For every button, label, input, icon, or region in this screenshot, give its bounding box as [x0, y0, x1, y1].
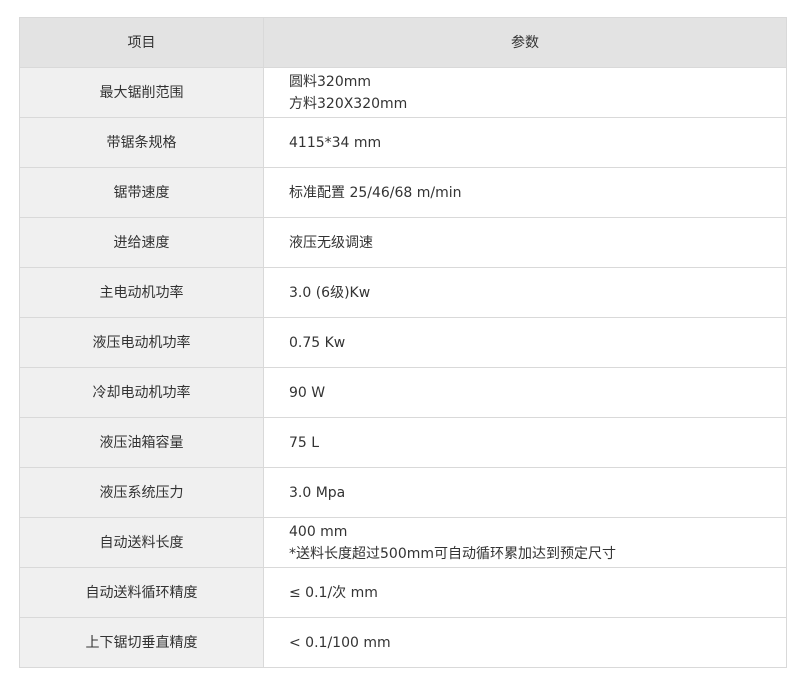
param-cell: 0.75 Kw [263, 317, 787, 368]
param-cell: 4115*34 mm [263, 117, 787, 168]
param-line: 标准配置 25/46/68 m/min [289, 184, 462, 201]
table-row: 液压油箱容量 75 L [19, 417, 787, 468]
item-cell: 上下锯切垂直精度 [19, 617, 264, 668]
item-cell: 进给速度 [19, 217, 264, 268]
param-line: 圆料320mm [289, 73, 371, 90]
param-line: ≤ 0.1/次 mm [289, 584, 378, 601]
param-line: 90 W [289, 384, 326, 401]
item-cell: 主电动机功率 [19, 267, 264, 318]
table-row: 最大锯削范围 圆料320mm 方料320X320mm [19, 67, 787, 118]
param-line: 3.0 (6级)Kw [289, 284, 371, 301]
table-row: 上下锯切垂直精度 < 0.1/100 mm [19, 617, 787, 668]
table-row: 液压系统压力 3.0 Mpa [19, 467, 787, 518]
table-row: 自动送料长度 400 mm *送料长度超过500mm可自动循环累加达到预定尺寸 [19, 517, 787, 568]
item-cell: 自动送料循环精度 [19, 567, 264, 618]
param-cell: 3.0 (6级)Kw [263, 267, 787, 318]
param-line: 400 mm [289, 523, 348, 540]
table-row: 锯带速度 标准配置 25/46/68 m/min [19, 167, 787, 218]
param-cell: 90 W [263, 367, 787, 418]
item-cell: 带锯条规格 [19, 117, 264, 168]
param-cell: 75 L [263, 417, 787, 468]
item-cell: 最大锯削范围 [19, 67, 264, 118]
param-cell: 液压无级调速 [263, 217, 787, 268]
item-cell: 液压系统压力 [19, 467, 264, 518]
table-row: 进给速度 液压无级调速 [19, 217, 787, 268]
param-cell: ≤ 0.1/次 mm [263, 567, 787, 618]
param-line: 3.0 Mpa [289, 484, 346, 501]
table-header-row: 项目 参数 [19, 17, 787, 68]
header-param: 参数 [263, 17, 787, 68]
param-line: < 0.1/100 mm [289, 634, 391, 651]
item-cell: 液压电动机功率 [19, 317, 264, 368]
param-line: 方料320X320mm [289, 95, 408, 112]
table-row: 自动送料循环精度 ≤ 0.1/次 mm [19, 567, 787, 618]
param-cell: 3.0 Mpa [263, 467, 787, 518]
table-row: 冷却电动机功率 90 W [19, 367, 787, 418]
header-item: 项目 [19, 17, 264, 68]
param-cell: 400 mm *送料长度超过500mm可自动循环累加达到预定尺寸 [263, 517, 787, 568]
item-cell: 液压油箱容量 [19, 417, 264, 468]
table-row: 液压电动机功率 0.75 Kw [19, 317, 787, 368]
param-line: *送料长度超过500mm可自动循环累加达到预定尺寸 [289, 545, 616, 562]
param-line: 75 L [289, 434, 320, 451]
item-cell: 自动送料长度 [19, 517, 264, 568]
table-row: 带锯条规格 4115*34 mm [19, 117, 787, 168]
param-cell: < 0.1/100 mm [263, 617, 787, 668]
item-cell: 冷却电动机功率 [19, 367, 264, 418]
spec-table: 项目 参数 最大锯削范围 圆料320mm 方料320X320mm 带锯条规格 4… [19, 17, 787, 668]
table-row: 主电动机功率 3.0 (6级)Kw [19, 267, 787, 318]
param-cell: 标准配置 25/46/68 m/min [263, 167, 787, 218]
item-cell: 锯带速度 [19, 167, 264, 218]
param-line: 0.75 Kw [289, 334, 346, 351]
param-cell: 圆料320mm 方料320X320mm [263, 67, 787, 118]
param-line: 液压无级调速 [289, 234, 373, 251]
param-line: 4115*34 mm [289, 134, 382, 151]
